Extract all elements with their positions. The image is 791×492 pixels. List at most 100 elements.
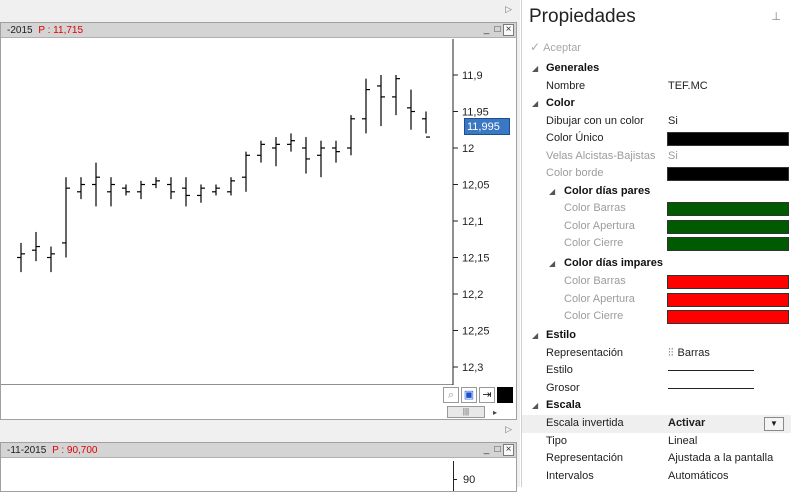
collapse-triangle-icon[interactable]: ◢ bbox=[532, 397, 538, 414]
section-color[interactable]: ◢ Color bbox=[522, 95, 791, 113]
row-color-borde[interactable]: Color borde bbox=[522, 165, 791, 183]
dock-arrow-icon[interactable]: ▷ bbox=[505, 4, 512, 15]
row-escala-invertida[interactable]: Escala invertida Activar ▼ bbox=[522, 415, 791, 433]
row-velas[interactable]: Velas Alcistas-Bajistas Si bbox=[522, 148, 791, 166]
close-icon[interactable]: × bbox=[503, 24, 514, 36]
maximize-icon[interactable]: □ bbox=[492, 444, 503, 456]
window-buttons: _ □ × bbox=[481, 24, 514, 36]
ohlc-bar bbox=[182, 177, 190, 207]
line-width-preview[interactable] bbox=[668, 387, 754, 389]
row-value[interactable]: ⫶⫶ Barras bbox=[668, 345, 710, 362]
row-pares-apertura[interactable]: Color Apertura bbox=[522, 218, 791, 236]
scroll-thumb[interactable]: ||| bbox=[447, 406, 485, 418]
chart-area: ▷ -2015 P : 11,715 _ □ × 11,9 11,95 12 12,0… bbox=[0, 0, 520, 492]
price-chart[interactable]: 11,911,951212,0512,112,1512,212,2512,3:0… bbox=[1, 39, 517, 385]
chart-window-title: -2015 P : 11,715 _ □ × bbox=[1, 23, 516, 38]
ohlc-bar bbox=[122, 184, 130, 196]
row-intervalos[interactable]: Intervalos Automáticos bbox=[522, 468, 791, 486]
y-tick-mark-2 bbox=[453, 479, 457, 480]
ohlc-bar bbox=[377, 75, 385, 127]
pin-icon[interactable]: ⊥ bbox=[771, 10, 781, 23]
ohlc-bar bbox=[47, 246, 55, 273]
row-representacion[interactable]: Representación ⫶⫶ Barras bbox=[522, 345, 791, 363]
section-escala[interactable]: ◢ Escala bbox=[522, 397, 791, 415]
row-label: Color Barras bbox=[564, 202, 626, 214]
row-color-unico[interactable]: Color Único bbox=[522, 130, 791, 148]
y-tick-label: 12 bbox=[462, 143, 474, 155]
row-label: Color Apertura bbox=[564, 219, 635, 232]
row-label: Color Barras bbox=[564, 275, 626, 287]
section-estilo[interactable]: ◢ Estilo bbox=[522, 327, 791, 345]
ohlc-bar bbox=[92, 162, 100, 207]
row-estilo[interactable]: Estilo bbox=[522, 362, 791, 380]
row-pares-cierre[interactable]: Color Cierre bbox=[522, 235, 791, 253]
row-value[interactable]: Automáticos bbox=[668, 468, 729, 485]
minimize-icon[interactable]: _ bbox=[481, 24, 492, 36]
row-pares-barras[interactable]: Color Barras bbox=[522, 200, 791, 218]
dock-arrow-icon-2[interactable]: ▷ bbox=[505, 424, 512, 435]
current-price-tag: 11,995 bbox=[464, 118, 510, 135]
row-label: Nombre bbox=[546, 79, 586, 92]
row-label: Color Apertura bbox=[564, 292, 635, 305]
section-label: Color días pares bbox=[564, 184, 651, 197]
ohlc-bar bbox=[422, 111, 430, 138]
color-swatch[interactable] bbox=[667, 202, 789, 216]
row-nombre[interactable]: Nombre TEF.MC bbox=[522, 78, 791, 96]
row-grosor[interactable]: Grosor bbox=[522, 380, 791, 398]
collapse-triangle-icon[interactable]: ◢ bbox=[532, 95, 538, 112]
row-tipo[interactable]: Tipo Lineal bbox=[522, 433, 791, 451]
zoom-icon[interactable]: ⌕ bbox=[443, 387, 459, 403]
rep-value-text: Barras bbox=[677, 346, 710, 359]
row-impares-apertura[interactable]: Color Apertura bbox=[522, 291, 791, 309]
accept-button[interactable]: ✓ Aceptar bbox=[530, 40, 581, 54]
window-buttons-2: _ □ × bbox=[481, 444, 514, 456]
ohlc-bar bbox=[347, 115, 355, 156]
accept-label: Aceptar bbox=[543, 42, 581, 54]
color-swatch[interactable] bbox=[667, 237, 789, 251]
row-value[interactable]: Activar bbox=[668, 415, 705, 432]
row-value[interactable]: Ajustada a la pantalla bbox=[668, 450, 773, 467]
ohlc-bar bbox=[167, 177, 175, 200]
row-value: Si bbox=[668, 149, 678, 162]
maximize-icon[interactable]: □ bbox=[492, 24, 503, 36]
collapse-triangle-icon[interactable]: ◢ bbox=[532, 60, 538, 77]
color-swatch[interactable] bbox=[667, 167, 789, 181]
collapse-triangle-icon[interactable]: ◢ bbox=[549, 255, 555, 272]
row-dibujar[interactable]: Dibujar con un color Si bbox=[522, 113, 791, 131]
row-label: Grosor bbox=[546, 381, 580, 394]
chart-window-title-2: -11-2015 P : 90,700 _ □ × bbox=[1, 443, 516, 458]
ohlc-bar bbox=[77, 177, 85, 200]
section-impares[interactable]: ◢ Color días impares bbox=[522, 255, 791, 273]
row-value[interactable]: TEF.MC bbox=[668, 78, 708, 95]
color-swatch-icon[interactable] bbox=[497, 387, 513, 403]
collapse-triangle-icon[interactable]: ◢ bbox=[532, 327, 538, 344]
section-label: Color bbox=[546, 97, 575, 109]
panel-title: Propiedades bbox=[529, 6, 636, 27]
ohlc-bar bbox=[152, 177, 160, 189]
color-swatch[interactable] bbox=[667, 310, 789, 324]
row-impares-cierre[interactable]: Color Cierre bbox=[522, 308, 791, 326]
minimize-icon[interactable]: _ bbox=[481, 444, 492, 456]
row-label: Tipo bbox=[546, 434, 567, 447]
save-icon[interactable]: ▣ bbox=[461, 387, 477, 403]
line-style-preview[interactable] bbox=[668, 370, 754, 371]
section-generales[interactable]: ◢ Generales bbox=[522, 60, 791, 78]
scroll-right-icon[interactable]: ▸ bbox=[493, 408, 497, 417]
row-impares-barras[interactable]: Color Barras bbox=[522, 273, 791, 291]
close-icon[interactable]: × bbox=[503, 444, 514, 456]
color-swatch[interactable] bbox=[667, 219, 789, 234]
section-pares[interactable]: ◢ Color días pares bbox=[522, 183, 791, 201]
row-value[interactable]: Si bbox=[668, 113, 678, 130]
collapse-triangle-icon[interactable]: ◢ bbox=[549, 183, 555, 200]
ohlc-bar bbox=[227, 177, 235, 196]
row-value[interactable]: Lineal bbox=[668, 433, 697, 450]
horizontal-scrollbar[interactable]: ||| ▸ bbox=[443, 405, 516, 419]
dropdown-arrow-icon[interactable]: ▼ bbox=[764, 417, 784, 431]
row-representacion-escala[interactable]: Representación Ajustada a la pantalla bbox=[522, 450, 791, 468]
pin-icon[interactable]: ⇥ bbox=[479, 387, 495, 403]
chart-tools: ⌕ ▣ ⇥ bbox=[443, 387, 513, 403]
color-swatch[interactable] bbox=[667, 132, 789, 146]
color-swatch[interactable] bbox=[667, 275, 789, 289]
y-tick-label: 12,05 bbox=[462, 180, 490, 192]
color-swatch[interactable] bbox=[667, 292, 789, 307]
